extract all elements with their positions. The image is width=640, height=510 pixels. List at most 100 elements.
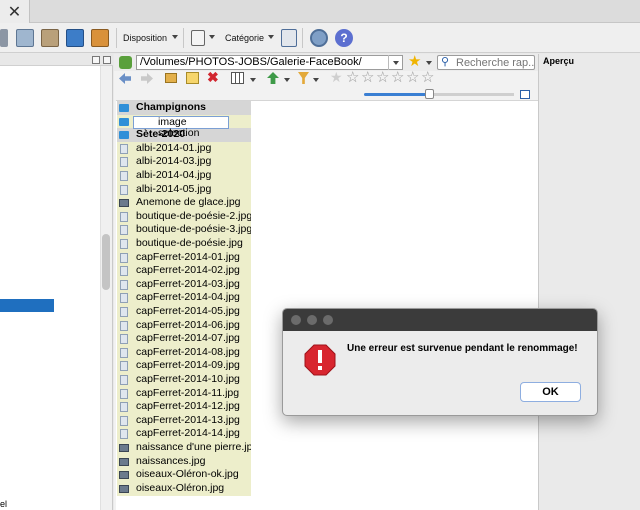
- rename-field-text[interactable]: image selection: [158, 116, 199, 139]
- row-label: capFerret-2014-04.jpg: [136, 291, 240, 304]
- chevron-down-icon[interactable]: [426, 61, 432, 65]
- close-icon: ✕: [7, 3, 22, 21]
- tab-close-button[interactable]: ✕: [0, 0, 30, 23]
- search-input[interactable]: [456, 56, 534, 69]
- print-icon[interactable]: [0, 29, 8, 47]
- left-selected-item[interactable]: [0, 299, 54, 312]
- edit-icon[interactable]: [186, 72, 199, 84]
- help-icon[interactable]: ?: [335, 29, 353, 47]
- copy-icon[interactable]: [16, 29, 34, 47]
- file-icon: [120, 361, 128, 372]
- path-dropdown[interactable]: [388, 55, 403, 70]
- camera-icon[interactable]: [66, 29, 84, 47]
- preview-title: Aperçu: [543, 56, 575, 66]
- window-zoom-button[interactable]: [323, 315, 333, 325]
- chevron-down-icon[interactable]: [313, 78, 319, 82]
- chevron-down-icon[interactable]: [284, 78, 290, 82]
- window-close-button[interactable]: [291, 315, 301, 325]
- file-row[interactable]: capFerret-2014-12.jpg: [117, 400, 251, 414]
- file-icon: [120, 279, 128, 290]
- rating-star-icon[interactable]: ☆: [421, 70, 434, 85]
- chevron-down-icon[interactable]: [250, 78, 256, 82]
- row-label: capFerret-2014-12.jpg: [136, 400, 240, 413]
- rating-star-icon[interactable]: ☆: [346, 70, 359, 85]
- file-row[interactable]: albi-2014-04.jpg: [117, 169, 251, 183]
- file-row[interactable]: capFerret-2014-10.jpg: [117, 373, 251, 387]
- file-row[interactable]: capFerret-2014-08.jpg: [117, 346, 251, 360]
- image-thumb-icon: [119, 457, 129, 466]
- file-icon: [120, 334, 128, 345]
- search-box[interactable]: ⚲: [437, 55, 535, 70]
- file-row[interactable]: capFerret-2014-09.jpg: [117, 359, 251, 373]
- chevron-down-icon[interactable]: [172, 35, 178, 39]
- file-row[interactable]: capFerret-2014-14.jpg: [117, 427, 251, 441]
- rating-star-icon[interactable]: ☆: [391, 70, 404, 85]
- file-row[interactable]: capFerret-2014-04.jpg: [117, 291, 251, 305]
- disposition-label[interactable]: Disposition: [123, 33, 167, 43]
- ok-button[interactable]: OK: [520, 382, 581, 402]
- folder-row[interactable]: Champignons: [117, 101, 251, 115]
- file-icon: [120, 320, 128, 331]
- file-icon: [120, 388, 128, 399]
- file-row[interactable]: capFerret-2014-06.jpg: [117, 319, 251, 333]
- dialog-titlebar: [283, 309, 597, 331]
- file-row[interactable]: capFerret-2014-07.jpg: [117, 332, 251, 346]
- slider-knob[interactable]: [425, 89, 434, 99]
- file-row[interactable]: oiseaux-Oléron.jpg: [117, 482, 251, 496]
- file-row[interactable]: naissances.jpg: [117, 455, 251, 469]
- left-scrollbar-thumb[interactable]: [102, 234, 110, 290]
- view-grid-icon[interactable]: [231, 72, 244, 84]
- hierarchy-icon[interactable]: [281, 29, 297, 47]
- file-row[interactable]: naissance d'une pierre.jpg: [117, 441, 251, 455]
- image-thumb-icon: [119, 471, 129, 480]
- file-row[interactable]: albi-2014-01.jpg: [117, 142, 251, 156]
- file-row[interactable]: albi-2014-05.jpg: [117, 183, 251, 197]
- file-icon: [120, 143, 128, 154]
- image-thumb-icon: [119, 484, 129, 493]
- delete-icon[interactable]: ✖: [207, 70, 219, 84]
- fit-icon[interactable]: [520, 90, 530, 99]
- file-row[interactable]: capFerret-2014-03.jpg: [117, 278, 251, 292]
- slideshow-icon[interactable]: [91, 29, 109, 47]
- chevron-down-icon[interactable]: [209, 35, 215, 39]
- file-row[interactable]: capFerret-2014-13.jpg: [117, 414, 251, 428]
- new-folder-icon[interactable]: [165, 73, 177, 83]
- file-row[interactable]: Anemone de glace.jpg: [117, 196, 251, 210]
- file-row[interactable]: capFerret-2014-01.jpg: [117, 251, 251, 265]
- file-row[interactable]: boutique-de-poésie.jpg: [117, 237, 251, 251]
- rating-star-icon[interactable]: ★: [330, 70, 343, 85]
- calendar-icon[interactable]: [191, 30, 205, 46]
- file-row[interactable]: boutique-de-poésie-2.jpg: [117, 210, 251, 224]
- left-panel-text: el: [0, 499, 8, 509]
- window-minimize-button[interactable]: [307, 315, 317, 325]
- row-label: naissances.jpg: [136, 454, 206, 467]
- file-icon: [120, 307, 128, 317]
- go-up-icon[interactable]: [119, 56, 132, 69]
- favorite-star-icon[interactable]: ★: [408, 53, 421, 70]
- file-row[interactable]: capFerret-2014-05.jpg: [117, 305, 251, 319]
- toolbar-separator: [116, 28, 117, 48]
- image-tool-icon[interactable]: [41, 29, 59, 47]
- file-row[interactable]: boutique-de-poésie-3.jpg: [117, 223, 251, 237]
- rating-star-icon[interactable]: ☆: [376, 70, 389, 85]
- row-label: capFerret-2014-13.jpg: [136, 413, 240, 426]
- file-row[interactable]: albi-2014-03.jpg: [117, 155, 251, 169]
- chevron-down-icon[interactable]: [268, 35, 274, 39]
- categorie-label[interactable]: Catégorie: [225, 33, 264, 43]
- path-text[interactable]: /Volumes/PHOTOS-JOBS/Galerie-FaceBook/: [140, 56, 362, 68]
- row-label: capFerret-2014-01.jpg: [136, 250, 240, 263]
- rating-star-icon[interactable]: ☆: [406, 70, 419, 85]
- row-label: Anemone de glace.jpg: [136, 196, 241, 209]
- rename-field[interactable]: image selection: [133, 116, 229, 139]
- row-label: capFerret-2014-11.jpg: [136, 386, 240, 399]
- panel-detach-icon[interactable]: [92, 56, 100, 64]
- row-label: albi-2014-01.jpg: [136, 141, 212, 154]
- file-row[interactable]: oiseaux-Oléron-ok.jpg: [117, 468, 251, 482]
- file-row[interactable]: capFerret-2014-11.jpg: [117, 387, 251, 401]
- file-row[interactable]: capFerret-2014-02.jpg: [117, 264, 251, 278]
- rating-star-icon[interactable]: ☆: [361, 70, 374, 85]
- panel-close-icon[interactable]: [103, 56, 111, 64]
- row-label: albi-2014-04.jpg: [136, 169, 212, 181]
- settings-gear-icon[interactable]: [310, 29, 328, 47]
- row-label: capFerret-2014-03.jpg: [136, 277, 240, 290]
